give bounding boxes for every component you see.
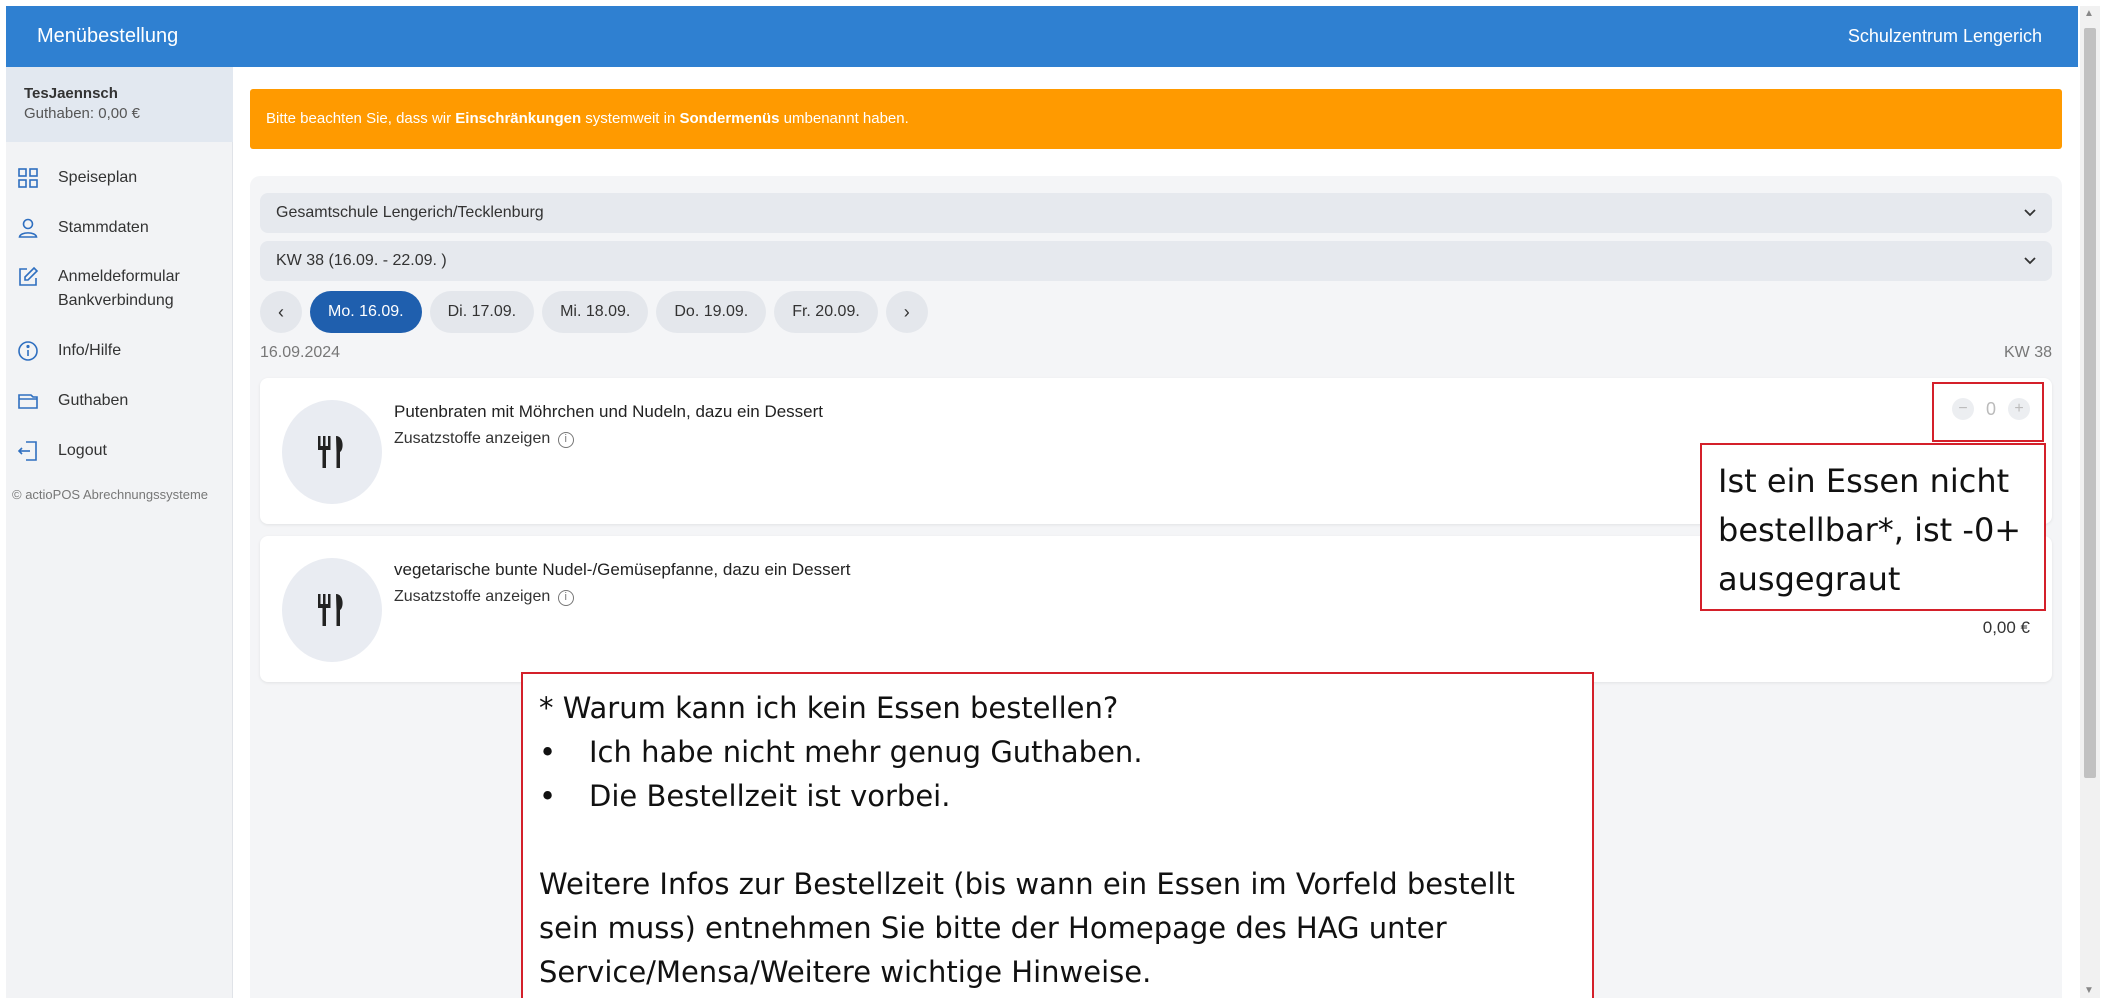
school-name: Schulzentrum Lengerich <box>1847 26 2042 46</box>
week-select-value: KW 38 (16.09. - 22.09. ) <box>276 252 447 269</box>
selected-date: 16.09.2024 <box>260 344 341 361</box>
app-title[interactable]: Menübestellung <box>37 6 178 67</box>
scroll-up-arrow-icon[interactable]: ▲ <box>2084 8 2094 19</box>
why-cannot-order-callout: * Warum kann ich kein Essen bestellen? •… <box>521 672 1594 998</box>
chevron-down-icon <box>2022 193 2038 233</box>
callout-line: ausgegraut <box>1718 560 1901 598</box>
info-circle-icon <box>16 339 42 365</box>
reason-item: • Ich habe nicht mehr genug Guthaben. <box>539 730 1576 774</box>
cutlery-icon <box>318 436 343 468</box>
prev-day-button[interactable]: ‹ <box>260 291 302 333</box>
info-icon[interactable]: i <box>557 432 574 448</box>
wallet-icon <box>16 389 42 415</box>
week-select[interactable]: KW 38 (16.09. - 22.09. ) <box>260 241 2052 281</box>
stepper-highlight-box <box>1932 382 2044 442</box>
notice-bold-einschraenkungen: Einschränkungen <box>455 110 582 127</box>
meal-avatar <box>282 558 382 662</box>
sidebar-item-speiseplan[interactable]: Speiseplan <box>6 164 233 194</box>
info-line: sein muss) entnehmen Sie bitte der Homep… <box>539 911 1447 945</box>
top-bar: Menübestellung Schulzentrum Lengerich <box>6 6 2078 67</box>
bullet-dot: • <box>539 735 557 769</box>
sidebar-item-label: Info/Hilfe <box>58 342 122 359</box>
sidebar-item-logout[interactable]: Logout <box>6 437 233 467</box>
day-tab-monday[interactable]: Mo. 16.09. <box>310 291 422 333</box>
sidebar-item-stammdaten[interactable]: Stammdaten <box>6 214 233 244</box>
additives-label: Zusatzstoffe anzeigen <box>394 588 551 605</box>
school-select[interactable]: Gesamtschule Lengerich/Tecklenburg <box>260 193 2052 233</box>
meal-name: vegetarische bunte Nudel-/Gemüsepfanne, … <box>394 560 851 579</box>
cutlery-icon <box>318 594 343 626</box>
meal-avatar <box>282 400 382 504</box>
callout-line: bestellbar*, ist -0+ <box>1718 511 2022 549</box>
sidebar-item-guthaben[interactable]: Guthaben <box>6 387 233 417</box>
additives-label: Zusatzstoffe anzeigen <box>394 430 551 447</box>
calendar-week: KW 38 <box>2003 344 2052 361</box>
day-tab-wednesday[interactable]: Mi. 18.09. <box>542 291 649 333</box>
greyed-out-callout: Ist ein Essen nicht bestellbar*, ist -0+… <box>1700 443 2046 611</box>
reason-item: • Die Bestellzeit ist vorbei. <box>539 774 1576 818</box>
notice-text-suffix: umbenannt haben. <box>779 110 909 127</box>
user-name: TesJaennsch <box>24 85 118 102</box>
meal-name: Putenbraten mit Möhrchen und Nudeln, daz… <box>394 402 824 421</box>
sidebar-item-label: Logout <box>58 442 107 459</box>
sidebar-item-label: Anmeldeformular <box>58 268 180 285</box>
next-day-button[interactable]: › <box>885 291 928 333</box>
edit-icon <box>16 265 42 291</box>
callout-title: * Warum kann ich kein Essen bestellen? <box>539 691 1119 725</box>
bullet-dot: • <box>539 779 557 813</box>
sidebar: TesJaennsch Guthaben: 0,00 € Speiseplan … <box>6 67 233 998</box>
notice-text-middle: systemweit in <box>581 110 680 127</box>
sidebar-item-label: Stammdaten <box>58 219 149 236</box>
info-icon[interactable]: i <box>557 590 574 606</box>
notice-bold-sondermenues: Sondermenüs <box>679 110 780 127</box>
chevron-down-icon <box>2022 241 2038 281</box>
day-navigation: ‹ Mo. 16.09. Di. 17.09. Mi. 18.09. Do. 1… <box>260 291 928 333</box>
day-tab-tuesday[interactable]: Di. 17.09. <box>429 291 535 333</box>
meal-price: 0,00 € <box>1982 618 2030 637</box>
scroll-thumb[interactable] <box>2084 28 2096 778</box>
info-line: Weitere Infos zur Bestellzeit (bis wann … <box>539 867 1515 901</box>
user-icon <box>16 216 42 242</box>
scroll-down-arrow-icon[interactable]: ▼ <box>2084 985 2094 996</box>
reason-text: Die Bestellzeit ist vorbei. <box>589 779 951 813</box>
user-info: TesJaennsch Guthaben: 0,00 € <box>6 67 233 142</box>
info-line: Service/Mensa/Weitere wichtige Hinweise. <box>539 955 1152 989</box>
user-credit: Guthaben: 0,00 € <box>24 105 140 122</box>
day-tab-friday[interactable]: Fr. 20.09. <box>774 291 878 333</box>
copyright-footer: © actioPOS Abrechnungssysteme <box>12 487 209 502</box>
school-select-value: Gesamtschule Lengerich/Tecklenburg <box>276 204 544 221</box>
notice-banner: Bitte beachten Sie, dass wir Einschränku… <box>250 89 2062 149</box>
callout-line: Ist ein Essen nicht <box>1718 462 2010 500</box>
reason-text: Ich habe nicht mehr genug Guthaben. <box>589 735 1143 769</box>
day-tab-thursday[interactable]: Do. 19.09. <box>656 291 767 333</box>
sidebar-item-label: Speiseplan <box>58 169 138 186</box>
notice-text-prefix: Bitte beachten Sie, dass wir <box>266 110 456 127</box>
logout-icon <box>16 439 42 465</box>
sidebar-item-label-line2: Bankverbindung <box>58 292 174 309</box>
additives-link[interactable]: Zusatzstoffe anzeigen i <box>394 588 574 606</box>
sidebar-item-label: Guthaben <box>58 392 129 409</box>
grid-icon <box>16 166 42 192</box>
sidebar-item-info-hilfe[interactable]: Info/Hilfe <box>6 337 233 367</box>
page-scrollbar[interactable]: ▲ ▼ <box>2080 6 2100 998</box>
additives-link[interactable]: Zusatzstoffe anzeigen i <box>394 430 574 448</box>
sidebar-item-anmeldeformular[interactable]: Anmeldeformular Bankverbindung <box>6 263 233 319</box>
